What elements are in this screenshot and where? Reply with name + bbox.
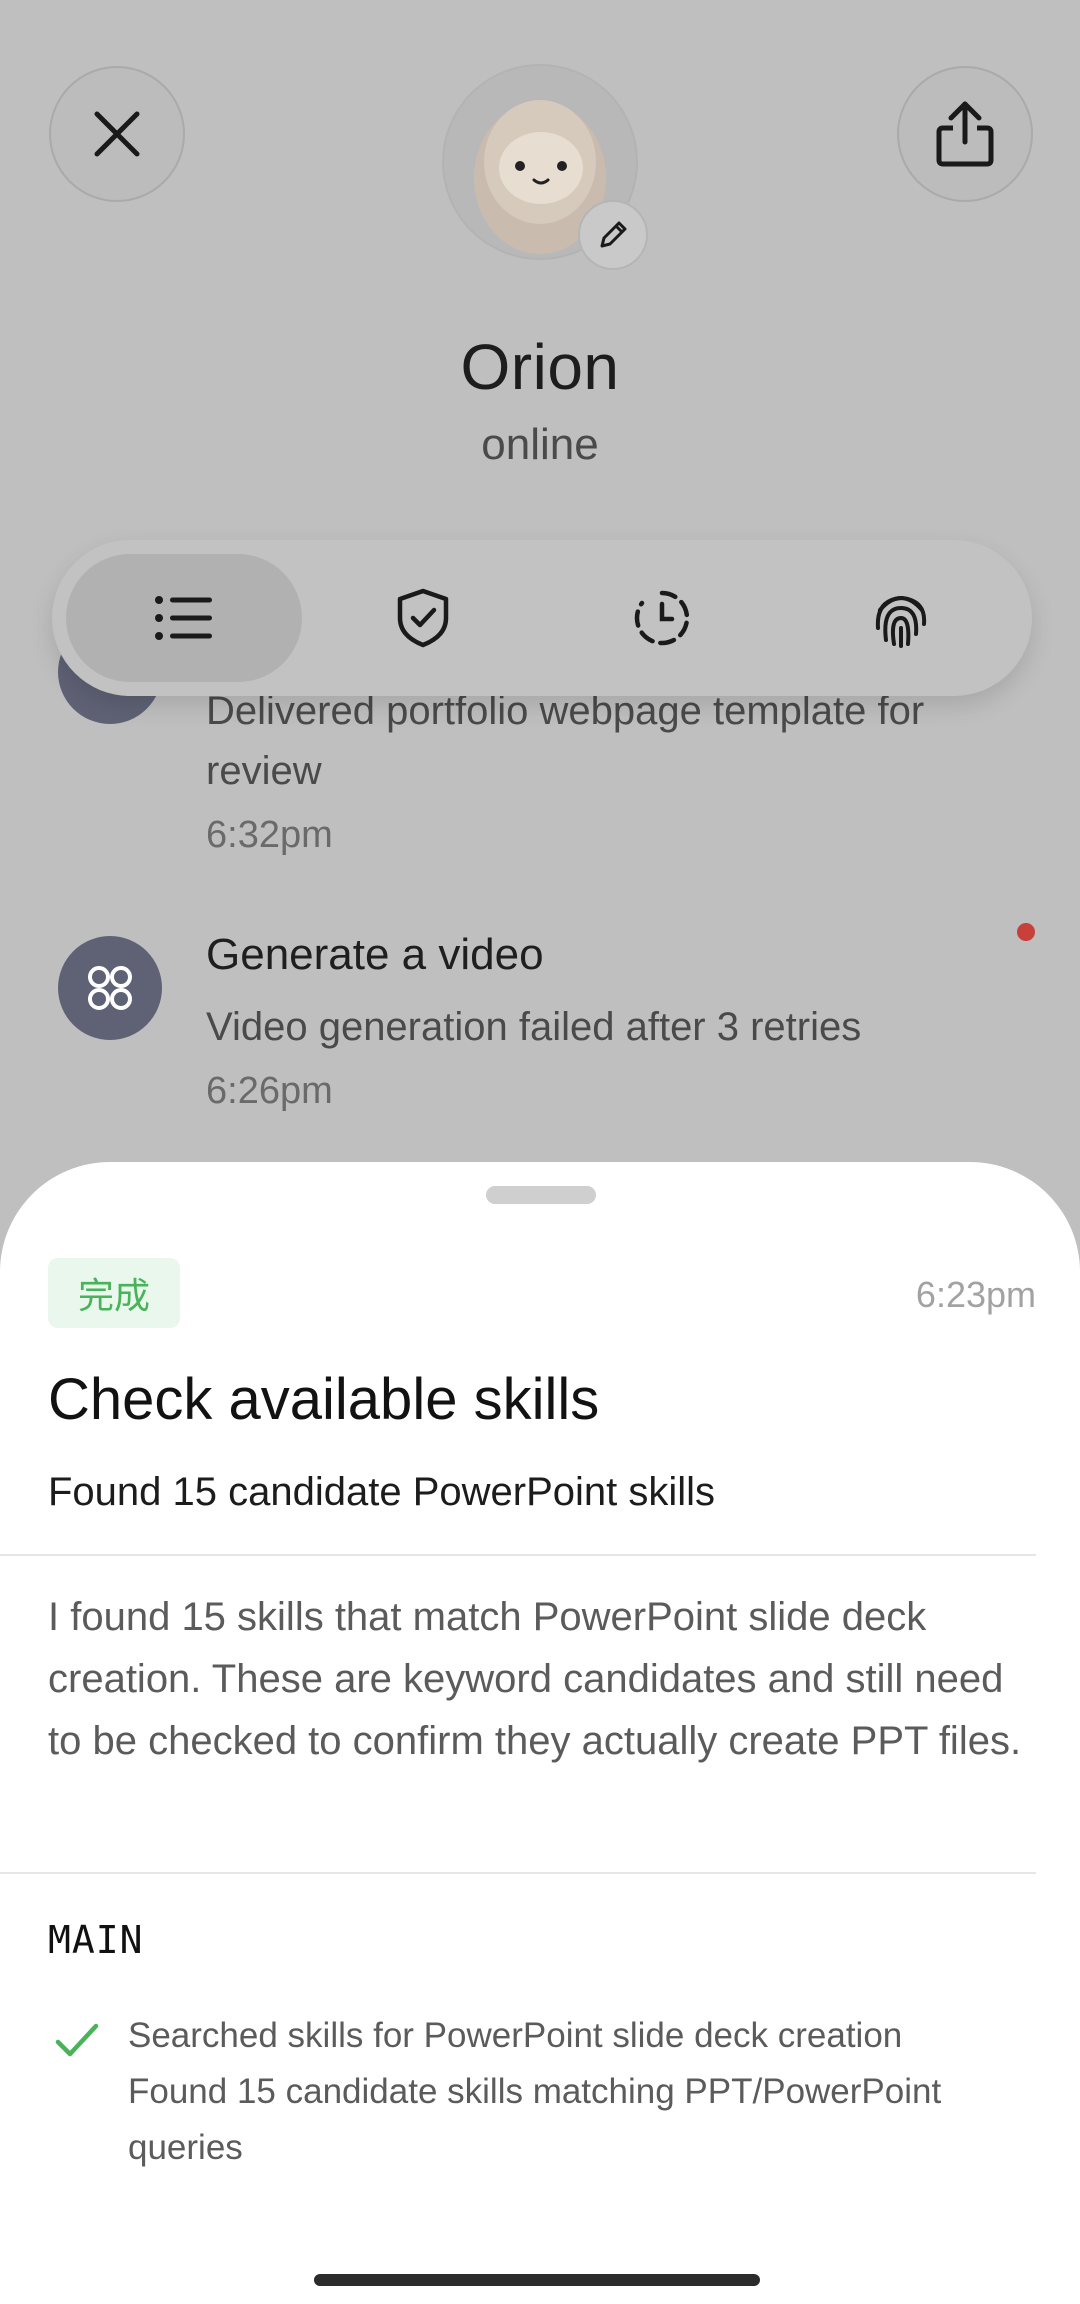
close-button[interactable] <box>49 66 185 202</box>
tab-identity[interactable] <box>783 554 1019 682</box>
task-detail-sheet: 完成 6:23pm Check available skills Found 1… <box>0 1162 1080 2304</box>
status-badge: 完成 <box>48 1258 180 1328</box>
unread-indicator <box>1017 923 1035 941</box>
tab-history[interactable] <box>544 554 780 682</box>
edit-avatar-button[interactable] <box>578 200 648 270</box>
tab-list[interactable] <box>66 554 302 682</box>
divider <box>0 1872 1036 1874</box>
step-title: Searched skills for PowerPoint slide dec… <box>128 2016 903 2055</box>
check-icon <box>55 2023 99 2057</box>
sheet-grabber[interactable] <box>486 1186 596 1204</box>
list-icon <box>155 596 212 640</box>
home-indicator[interactable] <box>314 2274 760 2286</box>
presence-status: online <box>481 420 599 469</box>
apps-icon <box>88 966 132 1010</box>
task-description: I found 15 skills that match PowerPoint … <box>48 1595 1022 1763</box>
tab-security[interactable] <box>305 554 541 682</box>
feed-item-time: 6:26pm <box>206 1070 333 1112</box>
pencil-icon <box>600 221 627 248</box>
share-button[interactable] <box>897 66 1033 202</box>
feed-item-avatar[interactable] <box>58 936 162 1040</box>
contact-name: Orion <box>460 331 620 403</box>
divider <box>0 1554 1036 1556</box>
feed-item-text: Video generation failed after 3 retries <box>206 1005 862 1049</box>
shield-check-icon <box>397 588 449 648</box>
step-item: Searched skills for PowerPoint slide dec… <box>128 2008 1008 2176</box>
task-summary: Found 15 candidate PowerPoint skills <box>48 1470 716 1514</box>
segmented-toolbar <box>52 540 1032 696</box>
step-detail: Found 15 candidate skills matching PPT/P… <box>128 2072 942 2167</box>
fingerprint-icon <box>875 595 927 648</box>
section-label: MAIN <box>48 1918 144 1962</box>
task-time: 6:23pm <box>915 1274 1036 1315</box>
clock-dashed-icon <box>634 590 690 646</box>
feed-item-time: 6:32pm <box>206 814 333 856</box>
share-icon <box>936 101 994 167</box>
task-title: Check available skills <box>48 1367 600 1432</box>
feed-item-text-line2: review <box>206 749 322 793</box>
close-icon <box>94 111 140 157</box>
feed-item-title[interactable]: Generate a video <box>206 930 544 980</box>
